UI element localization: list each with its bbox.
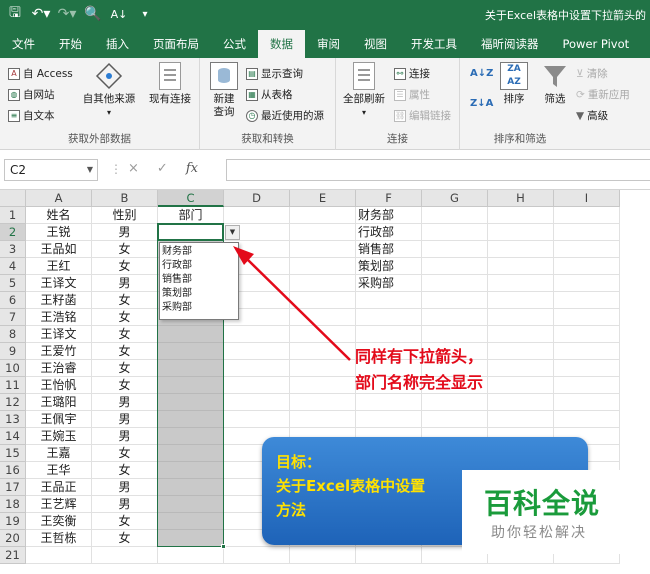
watermark-title: 百科全说 <box>484 487 601 520</box>
callout-line-1: 目标： <box>276 453 322 471</box>
callout-line-2: 关于Excel表格中设置 <box>276 477 426 495</box>
annotation-line-1: 同样有下拉箭头， <box>355 347 484 366</box>
callout-line-3: 方法 <box>276 501 307 519</box>
annotation-line-2: 部门名称完全显示 <box>355 373 484 392</box>
watermark: 百科全说 助你轻松解决 <box>462 470 626 554</box>
watermark-subtitle: 助你轻松解决 <box>491 525 587 541</box>
